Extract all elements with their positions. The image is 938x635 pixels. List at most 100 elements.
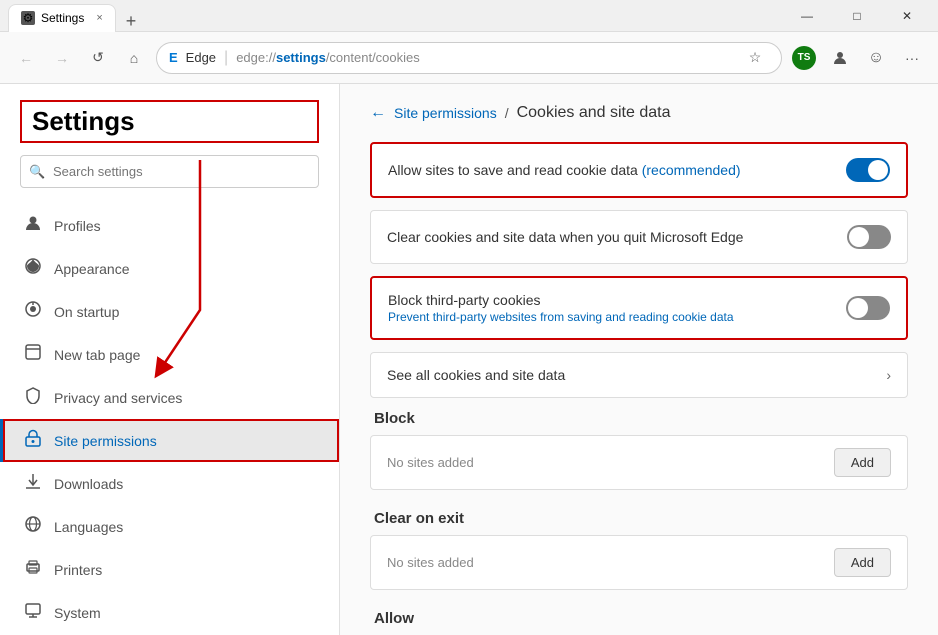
settings-tab[interactable]: ⚙ Settings × [8, 4, 116, 32]
on-startup-icon [24, 300, 42, 323]
printers-label: Printers [54, 562, 102, 578]
allow-cookies-label: Allow sites to save and read cookie data… [388, 162, 846, 178]
main-layout: Settings 🔍 Profiles Appearance [0, 84, 938, 635]
breadcrumb: ← Site permissions / Cookies and site da… [370, 104, 908, 122]
edge-logo: E [169, 50, 178, 65]
clear-on-exit-no-sites: No sites added [387, 555, 474, 570]
see-all-cookies-label: See all cookies and site data [387, 367, 565, 383]
see-all-cookies-section: See all cookies and site data › [370, 352, 908, 398]
breadcrumb-link[interactable]: Site permissions [394, 105, 497, 121]
sidebar-item-privacy[interactable]: Privacy and services [0, 376, 339, 419]
tab-close-btn[interactable]: × [96, 12, 102, 24]
more-menu-button[interactable]: ··· [898, 44, 926, 72]
downloads-icon [24, 472, 42, 495]
block-no-sites: No sites added [387, 455, 474, 470]
block-third-party-row: Block third-party cookies Prevent third-… [372, 278, 906, 338]
profiles-icon [24, 214, 42, 237]
clear-cookies-toggle-knob [849, 227, 869, 247]
page-title: Settings [32, 106, 307, 137]
sidebar-item-printers[interactable]: Printers [0, 548, 339, 591]
settings-tab-icon: ⚙ [21, 11, 35, 25]
sidebar-item-system[interactable]: System [0, 591, 339, 634]
printers-icon [24, 558, 42, 581]
back-button[interactable]: ← [12, 44, 40, 72]
clear-cookies-row: Clear cookies and site data when you qui… [371, 211, 907, 263]
breadcrumb-separator: / [505, 105, 509, 121]
system-icon [24, 601, 42, 624]
breadcrumb-current: Cookies and site data [517, 104, 671, 122]
window-controls: — □ ✕ [784, 0, 930, 32]
clear-on-exit-title: Clear on exit [370, 510, 908, 527]
sidebar-item-on-startup[interactable]: On startup [0, 290, 339, 333]
url-text: edge://settings/content/cookies [236, 50, 733, 65]
title-bar: ⚙ Settings × + — □ ✕ [0, 0, 938, 32]
search-icon: 🔍 [29, 164, 45, 180]
settings-tab-label: Settings [41, 11, 84, 25]
see-all-cookies-chevron: › [886, 367, 891, 383]
block-third-party-toggle[interactable] [846, 296, 890, 320]
forward-button[interactable]: → [48, 44, 76, 72]
block-third-party-toggle-knob [848, 298, 868, 318]
clear-cookies-section: Clear cookies and site data when you qui… [370, 210, 908, 264]
site-permissions-icon [24, 429, 42, 452]
allow-section: Allow No sites added Add [370, 610, 908, 635]
home-button[interactable]: ⌂ [120, 44, 148, 72]
sidebar-item-new-tab[interactable]: New tab page [0, 333, 339, 376]
block-third-party-label: Block third-party cookies [388, 292, 734, 308]
sidebar: Settings 🔍 Profiles Appearance [0, 84, 340, 635]
edge-label: Edge [186, 50, 216, 65]
new-tab-icon [24, 343, 42, 366]
sidebar-item-languages[interactable]: Languages [0, 505, 339, 548]
emoji-button[interactable]: ☺ [862, 44, 890, 72]
block-add-button[interactable]: Add [834, 448, 891, 477]
sidebar-item-downloads[interactable]: Downloads [0, 462, 339, 505]
privacy-label: Privacy and services [54, 390, 182, 406]
breadcrumb-back-button[interactable]: ← [370, 104, 386, 122]
url-bar[interactable]: E Edge | edge://settings/content/cookies… [156, 42, 782, 74]
url-path: settings [276, 50, 326, 65]
allow-title: Allow [370, 610, 908, 627]
maximize-button[interactable]: □ [834, 0, 880, 32]
appearance-label: Appearance [54, 261, 130, 277]
minimize-button[interactable]: — [784, 0, 830, 32]
block-section: Block No sites added Add [370, 410, 908, 490]
url-divider: | [224, 49, 228, 67]
new-tab-button[interactable]: + [120, 11, 143, 32]
block-inner: No sites added Add [370, 435, 908, 490]
sidebar-item-appearance[interactable]: Appearance [0, 247, 339, 290]
clear-on-exit-inner: No sites added Add [370, 535, 908, 590]
favorites-star[interactable]: ☆ [741, 44, 769, 72]
profile-badge: TS [792, 46, 816, 70]
downloads-label: Downloads [54, 476, 123, 492]
clear-on-exit-add-button[interactable]: Add [834, 548, 891, 577]
see-all-cookies-row[interactable]: See all cookies and site data › [371, 353, 907, 397]
url-suffix: /content/cookies [326, 50, 420, 65]
block-title: Block [370, 410, 908, 427]
sidebar-item-site-permissions[interactable]: Site permissions [0, 419, 339, 462]
title-bar-left: ⚙ Settings × + [8, 0, 142, 32]
content-area: ← Site permissions / Cookies and site da… [340, 84, 938, 635]
on-startup-label: On startup [54, 304, 119, 320]
block-third-party-label-wrap: Block third-party cookies Prevent third-… [388, 292, 734, 324]
user-button[interactable] [826, 44, 854, 72]
sidebar-item-profiles[interactable]: Profiles [0, 204, 339, 247]
clear-cookies-toggle[interactable] [847, 225, 891, 249]
clear-cookies-label: Clear cookies and site data when you qui… [387, 229, 847, 245]
search-settings-input[interactable] [20, 155, 319, 188]
privacy-icon [24, 386, 42, 409]
clear-on-exit-section: Clear on exit No sites added Add [370, 510, 908, 590]
user-icon [832, 50, 848, 66]
address-bar: ← → ↺ ⌂ E Edge | edge://settings/content… [0, 32, 938, 84]
profile-button[interactable]: TS [790, 44, 818, 72]
languages-label: Languages [54, 519, 123, 535]
close-button[interactable]: ✕ [884, 0, 930, 32]
appearance-icon [24, 257, 42, 280]
new-tab-label: New tab page [54, 347, 140, 363]
block-third-party-sublabel: Prevent third-party websites from saving… [388, 310, 734, 324]
allow-cookies-toggle[interactable] [846, 158, 890, 182]
system-label: System [54, 605, 101, 621]
refresh-button[interactable]: ↺ [84, 44, 112, 72]
allow-cookies-row: Allow sites to save and read cookie data… [372, 144, 906, 196]
block-third-party-section: Block third-party cookies Prevent third-… [370, 276, 908, 340]
site-permissions-label: Site permissions [54, 433, 157, 449]
